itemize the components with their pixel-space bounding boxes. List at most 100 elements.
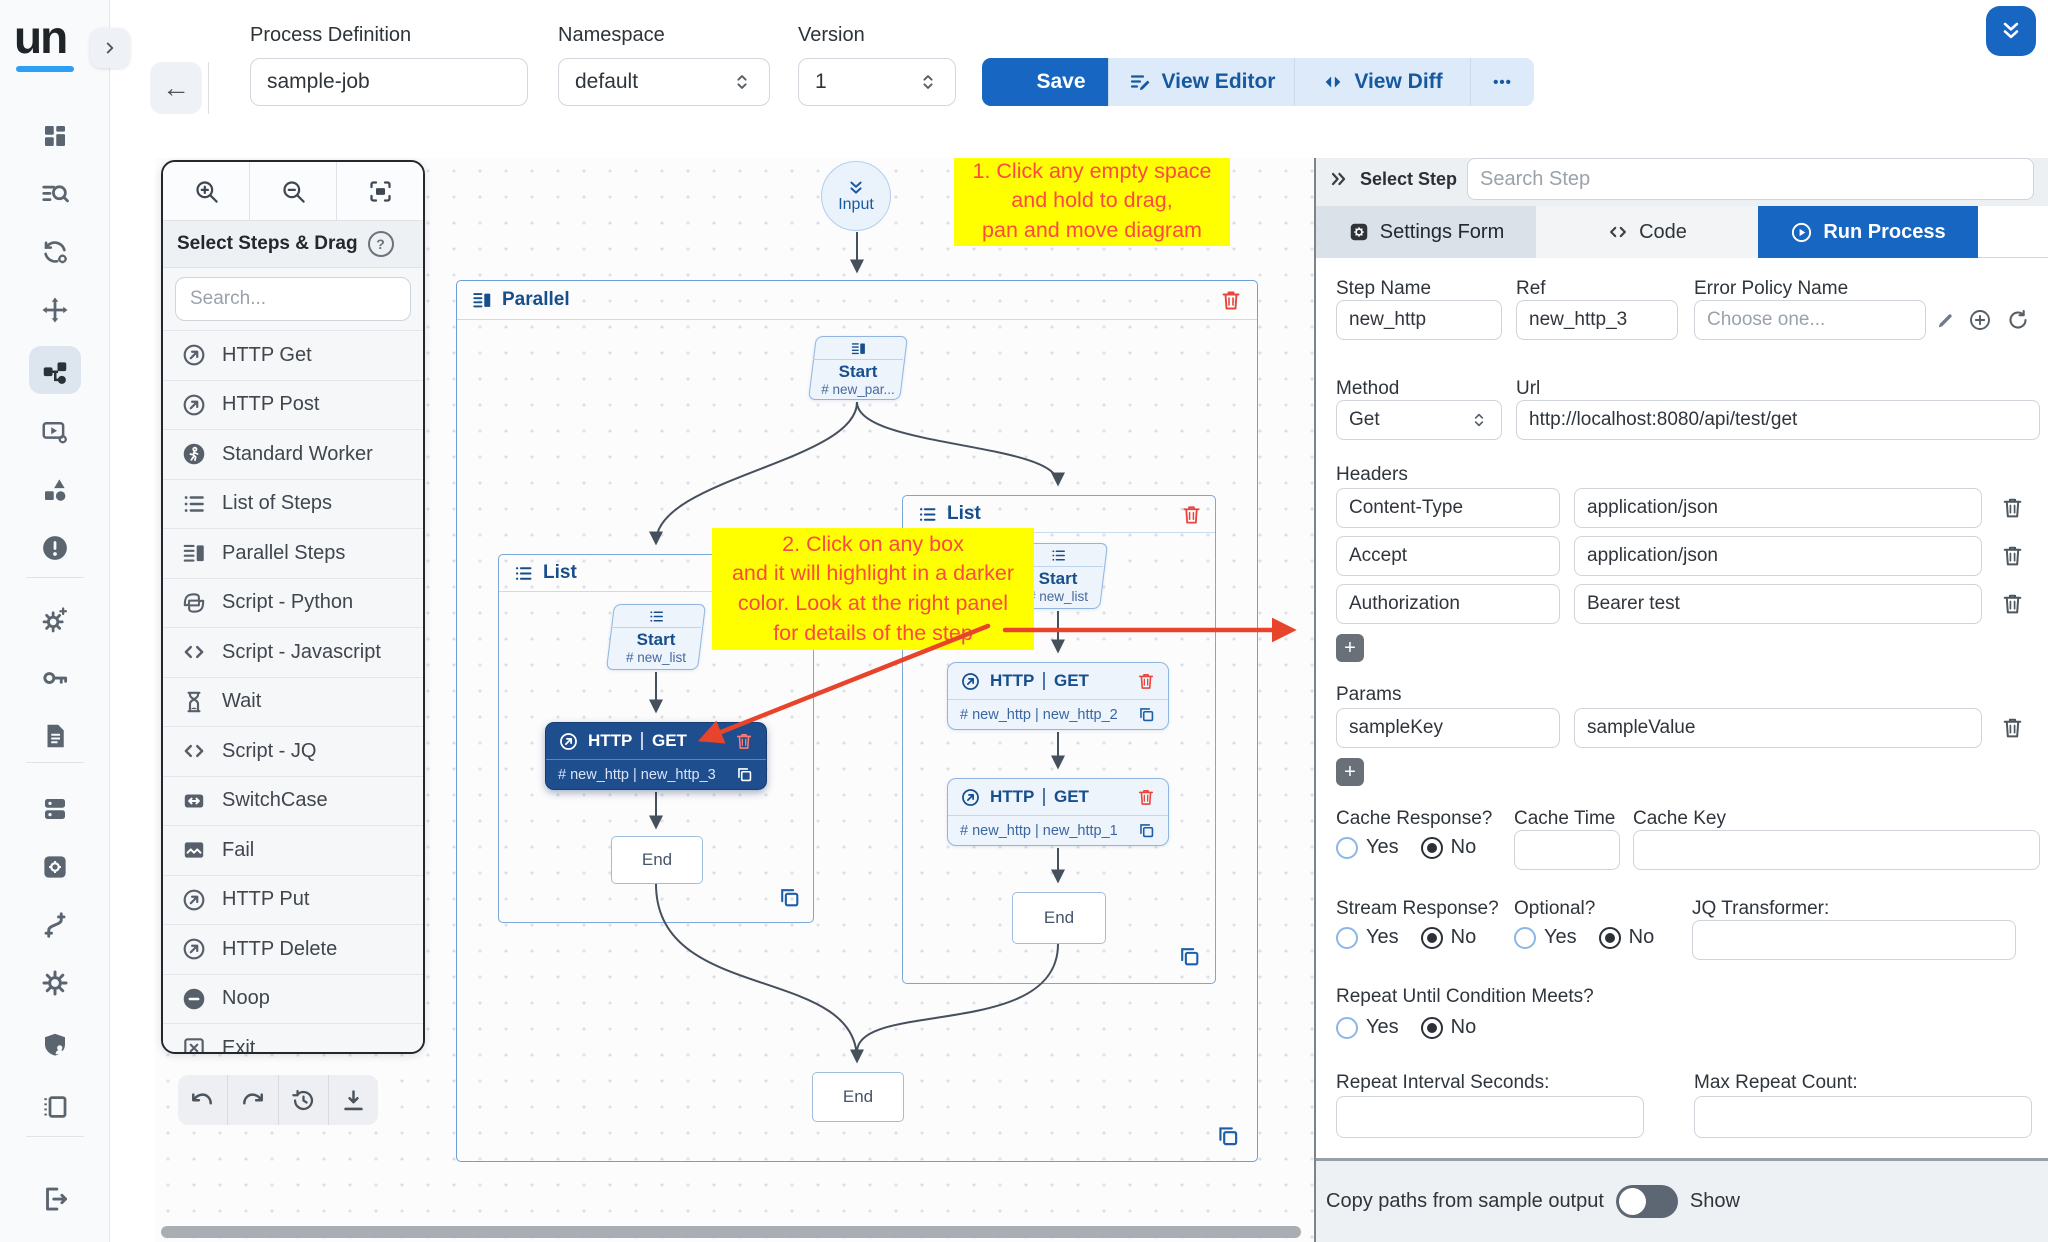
sidebar-item-process-search[interactable] [35, 174, 75, 214]
radio-no[interactable] [1421, 1017, 1443, 1039]
delete-step-button[interactable] [1136, 787, 1156, 807]
delete-list-right-button[interactable] [1180, 503, 1203, 526]
radio-no[interactable] [1599, 927, 1621, 949]
cache-time-input[interactable] [1514, 830, 1620, 870]
version-select[interactable]: 1 [798, 58, 956, 106]
sidebar-item-dashboard[interactable] [35, 116, 75, 156]
help-icon[interactable]: ? [368, 231, 394, 257]
back-button[interactable]: ← [150, 62, 202, 114]
undo-button[interactable] [178, 1075, 227, 1125]
delete-header-icon[interactable] [2000, 543, 2025, 568]
palette-item-noop[interactable]: Noop [163, 975, 423, 1025]
header-key-input[interactable] [1336, 488, 1560, 528]
delete-parallel-button[interactable] [1219, 288, 1243, 312]
step-name-input[interactable] [1336, 300, 1502, 340]
sidebar-item-infrastructure[interactable] [35, 789, 75, 829]
palette-item-http-get[interactable]: HTTP Get [163, 331, 423, 381]
fit-view-button[interactable] [336, 162, 423, 220]
palette-item-standard-worker[interactable]: Standard Worker [163, 430, 423, 480]
sidebar-expand-button[interactable] [90, 28, 130, 68]
header-key-input[interactable] [1336, 584, 1560, 624]
radio-yes[interactable] [1514, 927, 1536, 949]
list-left-start-node[interactable]: Start # new_list [606, 604, 706, 670]
add-param-button[interactable]: + [1336, 758, 1364, 786]
error-policy-input[interactable] [1694, 300, 1926, 340]
palette-item-script-javascript[interactable]: Script - Javascript [163, 628, 423, 678]
save-button[interactable]: Save [982, 58, 1108, 106]
param-key-input[interactable] [1336, 708, 1560, 748]
add-header-button[interactable]: + [1336, 634, 1364, 662]
edit-policy-pencil-icon[interactable] [1934, 309, 1957, 332]
list-left-end-node[interactable]: End [611, 836, 703, 884]
copy-list-right-button[interactable] [1177, 944, 1202, 969]
sidebar-item-schedule-sync[interactable] [35, 232, 75, 272]
double-chevron-right-icon[interactable] [1328, 168, 1350, 190]
copy-step-button[interactable] [1137, 821, 1156, 840]
parallel-end-node[interactable]: End [812, 1072, 904, 1122]
step-search-input[interactable] [1467, 158, 2034, 200]
download-button[interactable] [328, 1075, 378, 1125]
zoom-out-button[interactable] [249, 162, 336, 220]
view-diff-button[interactable]: View Diff [1294, 58, 1470, 106]
delete-step-button[interactable] [1136, 671, 1156, 691]
process-definition-input[interactable] [250, 58, 528, 106]
canvas-horizontal-scrollbar[interactable] [161, 1226, 1301, 1238]
header-value-input[interactable] [1574, 536, 1982, 576]
palette-item-exit[interactable]: Exit [163, 1024, 423, 1054]
tab-run-process[interactable]: Run Process [1758, 206, 1978, 258]
sidebar-item-admin-shield[interactable] [35, 1025, 75, 1065]
delete-step-button[interactable] [734, 731, 754, 751]
version-history-button[interactable] [278, 1075, 328, 1125]
sidebar-item-documents[interactable] [35, 716, 75, 756]
sidebar-item-move-pan[interactable] [35, 290, 75, 330]
cache-key-input[interactable] [1633, 830, 2040, 870]
palette-item-switchcase[interactable]: SwitchCase [163, 777, 423, 827]
method-select[interactable]: Get [1336, 400, 1502, 440]
sidebar-item-run-media[interactable] [35, 412, 75, 452]
max-repeat-input[interactable] [1694, 1096, 2032, 1138]
palette-item-script-python[interactable]: Script - Python [163, 579, 423, 629]
sidebar-item-settings[interactable] [35, 963, 75, 1003]
sidebar-item-components[interactable] [35, 470, 75, 510]
namespace-select[interactable]: default [558, 58, 770, 106]
header-value-input[interactable] [1574, 584, 1982, 624]
panel-resize-divider[interactable] [1314, 152, 1316, 1242]
copy-paths-toggle[interactable] [1616, 1185, 1678, 1218]
radio-no[interactable] [1421, 927, 1443, 949]
more-actions-button[interactable]: ••• [1470, 58, 1534, 106]
sidebar-item-alerts[interactable] [35, 528, 75, 568]
sidebar-item-secrets-key[interactable] [35, 658, 75, 698]
palette-item-http-put[interactable]: HTTP Put [163, 876, 423, 926]
copy-step-button[interactable] [1137, 705, 1156, 724]
http-step-node-new-http-2[interactable]: HTTP GET # new_http | new_http_2 [947, 662, 1169, 730]
delete-header-icon[interactable] [2000, 495, 2025, 520]
zoom-in-button[interactable] [163, 162, 249, 220]
sidebar-item-window-layout[interactable] [35, 1087, 75, 1127]
palette-item-fail[interactable]: Fail [163, 826, 423, 876]
copy-list-left-button[interactable] [777, 885, 802, 910]
sidebar-item-workflow[interactable] [35, 353, 75, 393]
sidebar-item-integrations[interactable] [35, 905, 75, 945]
palette-item-parallel-steps[interactable]: Parallel Steps [163, 529, 423, 579]
redo-button[interactable] [227, 1075, 277, 1125]
radio-yes[interactable] [1336, 927, 1358, 949]
copy-parallel-button[interactable] [1215, 1123, 1241, 1149]
logout-button[interactable] [35, 1179, 75, 1219]
sidebar-item-vault[interactable] [35, 847, 75, 887]
tab-settings-form[interactable]: Settings Form [1316, 206, 1536, 258]
copy-step-button[interactable] [735, 765, 754, 784]
collapse-panel-button[interactable] [1986, 6, 2036, 56]
radio-yes[interactable] [1336, 837, 1358, 859]
palette-item-wait[interactable]: Wait [163, 678, 423, 728]
radio-yes[interactable] [1336, 1017, 1358, 1039]
header-key-input[interactable] [1336, 536, 1560, 576]
radio-no[interactable] [1421, 837, 1443, 859]
palette-search-input[interactable] [175, 277, 411, 321]
header-value-input[interactable] [1574, 488, 1982, 528]
http-step-node-new-http-1[interactable]: HTTP GET # new_http | new_http_1 [947, 778, 1169, 846]
delete-header-icon[interactable] [2000, 591, 2025, 616]
delete-param-icon[interactable] [2000, 715, 2025, 740]
tab-code[interactable]: Code [1536, 206, 1758, 258]
refresh-policy-icon[interactable] [2006, 308, 2030, 332]
view-editor-button[interactable]: View Editor [1108, 58, 1294, 106]
